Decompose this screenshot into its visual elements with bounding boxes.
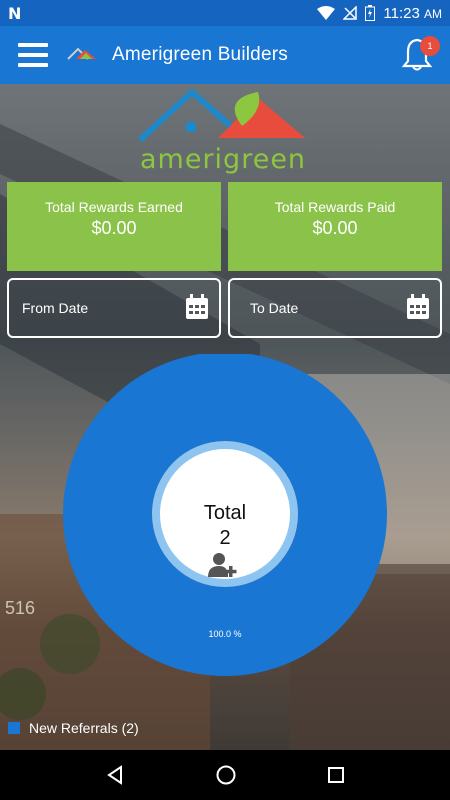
chart-legend: New Referrals (2): [8, 720, 139, 736]
notification-n-icon: N: [8, 3, 22, 23]
donut-center-label: Total: [203, 502, 247, 524]
total-rewards-paid-card: Total Rewards Paid $0.00: [228, 182, 442, 271]
from-date-field[interactable]: From Date: [7, 278, 221, 338]
calendar-icon[interactable]: [406, 294, 430, 320]
app-logo-icon: [67, 47, 96, 60]
slice-percent-label: 100.0 %: [208, 629, 242, 639]
legend-swatch: [8, 722, 20, 734]
status-time: 11:23 AM: [383, 4, 442, 22]
notification-button[interactable]: 1: [400, 36, 440, 74]
add-user-icon[interactable]: [207, 552, 241, 578]
calendar-icon[interactable]: [185, 294, 209, 320]
app-bar: Amerigreen Builders 1: [0, 26, 450, 84]
recents-icon: [328, 767, 344, 783]
signal-off-icon: [343, 6, 358, 20]
total-rewards-earned-card: Total Rewards Earned $0.00: [7, 182, 221, 271]
app-title: Amerigreen Builders: [112, 44, 288, 65]
back-icon: [107, 765, 122, 785]
referrals-donut-chart: Total 2 100.0 %: [0, 352, 450, 694]
total-rewards-earned-value: $0.00: [91, 218, 137, 238]
back-button[interactable]: [105, 765, 125, 785]
legend-entry-new-referrals: New Referrals (2): [29, 720, 139, 736]
status-bar: N 11:23 AM: [0, 0, 450, 26]
total-rewards-paid-value: $0.00: [312, 218, 358, 238]
total-rewards-paid-label: Total Rewards Paid: [274, 199, 396, 215]
hamburger-menu-icon[interactable]: [0, 26, 66, 84]
to-date-field[interactable]: To Date: [228, 278, 442, 338]
home-button[interactable]: [215, 764, 237, 786]
battery-icon: [365, 5, 376, 21]
donut-center-value: 2: [219, 527, 231, 549]
total-rewards-earned-label: Total Rewards Earned: [45, 199, 183, 215]
to-date-label: To Date: [250, 300, 299, 316]
notification-badge: 1: [420, 36, 440, 56]
system-nav-bar: [0, 750, 450, 800]
main-content: 516 amerigreen Total Rewards Earned $0.0…: [0, 84, 450, 750]
from-date-label: From Date: [22, 300, 89, 316]
brand-logo-text: amerigreen: [140, 144, 307, 175]
wifi-icon: [317, 6, 336, 20]
recents-button[interactable]: [327, 766, 345, 784]
home-icon: [216, 765, 236, 785]
